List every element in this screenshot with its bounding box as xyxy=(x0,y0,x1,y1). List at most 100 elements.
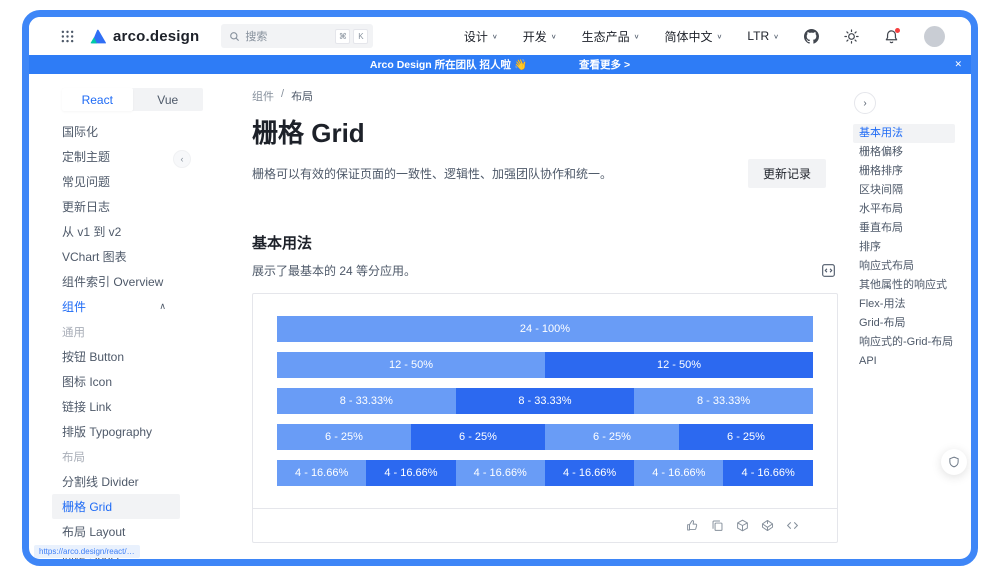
arco-logo-icon xyxy=(90,29,107,44)
anchor-link[interactable]: 栅格排序 xyxy=(853,162,955,181)
sidebar-item[interactable]: 布局 Layout xyxy=(62,519,194,544)
demo-grid-col: 6 - 25% xyxy=(277,424,411,450)
anchor-link[interactable]: 响应式布局 xyxy=(853,257,955,276)
search-input[interactable]: 搜索 ⌘ K xyxy=(221,24,373,48)
anchor-link[interactable]: 基本用法 xyxy=(853,124,955,143)
shield-icon xyxy=(948,456,960,468)
top-header: arco.design 搜索 ⌘ K 设计 ∨ 开发 ∨ xyxy=(29,17,971,55)
demo-grid-col: 4 - 16.66% xyxy=(634,460,723,486)
expand-code-icon[interactable] xyxy=(786,519,799,532)
nav-menu-item[interactable]: 简体中文 ∨ xyxy=(664,28,722,45)
sidebar-item[interactable]: 布局 xyxy=(62,444,194,469)
sidebar-item[interactable]: 常见问题 xyxy=(62,169,194,194)
kbd-k: K xyxy=(353,29,368,44)
nav-menu-item[interactable]: 生态产品 ∨ xyxy=(582,28,640,45)
arco-logo[interactable]: arco.design xyxy=(90,28,199,45)
banner-close-icon[interactable]: ✕ xyxy=(954,55,962,74)
theme-sun-icon[interactable] xyxy=(844,29,859,44)
anchor-link[interactable]: Flex-用法 xyxy=(853,295,955,314)
anchor-link[interactable]: 响应式的-Grid-布局 xyxy=(853,333,955,352)
sidebar-item-label: 从 v1 到 v2 xyxy=(62,223,121,240)
demo-grid: 24 - 100%12 - 50%12 - 50%8 - 33.33%8 - 3… xyxy=(253,294,837,509)
notification-dot xyxy=(895,28,900,33)
anchor-link[interactable]: 区块间隔 xyxy=(853,181,955,200)
notification-bell-icon[interactable] xyxy=(884,29,899,44)
sidebar-item[interactable]: 组件索引 Overview xyxy=(62,269,194,294)
sidebar-item-label: 链接 Link xyxy=(62,398,111,415)
sidebar-item[interactable]: 国际化 xyxy=(62,119,194,144)
demo-grid-col: 4 - 16.66% xyxy=(277,460,366,486)
codepen-icon[interactable] xyxy=(761,519,774,532)
avatar[interactable] xyxy=(924,26,945,47)
banner-see-more-link[interactable]: 查看更多 > xyxy=(579,57,630,72)
nav-menu-item[interactable]: 设计 ∨ xyxy=(464,28,498,45)
anchor-link[interactable]: 水平布局 xyxy=(853,200,955,219)
section-title-grid-offset: 栅格偏移 xyxy=(252,560,838,566)
banner-message: Arco Design 所在团队 招人啦 👋 xyxy=(370,57,527,72)
sidebar-item[interactable]: 按钮 Button xyxy=(62,344,194,369)
search-icon xyxy=(229,31,240,42)
feedback-shield-button[interactable] xyxy=(941,449,967,475)
anchor-link[interactable]: 排序 xyxy=(853,238,955,257)
demo-toolbar xyxy=(253,509,837,542)
anchor-link[interactable]: API xyxy=(853,352,955,371)
nav-menu-label: 开发 xyxy=(523,28,547,45)
chevron-down-icon: ∨ xyxy=(634,32,640,39)
sidebar-item-label: 更新日志 xyxy=(62,198,110,215)
anchor-nav: 基本用法栅格偏移栅格排序区块间隔水平布局垂直布局排序响应式布局其他属性的响应式F… xyxy=(853,124,971,371)
framework-tab[interactable]: Vue xyxy=(133,88,204,111)
sidebar-item-label: 通用 xyxy=(62,324,85,340)
breadcrumb-components[interactable]: 组件 xyxy=(252,88,274,104)
sidebar-item-label: 常见问题 xyxy=(62,173,110,190)
github-icon[interactable] xyxy=(804,29,819,44)
framework-tab[interactable]: React xyxy=(62,88,133,111)
demo-grid-col: 24 - 100% xyxy=(277,316,813,342)
changelog-button[interactable]: 更新记录 xyxy=(748,159,826,188)
demo-grid-col: 4 - 16.66% xyxy=(545,460,634,486)
anchor-sidebar: › 基本用法栅格偏移栅格排序区块间隔水平布局垂直布局排序响应式布局其他属性的响应… xyxy=(853,74,971,559)
sidebar-item-label: 图标 Icon xyxy=(62,373,112,390)
anchor-link[interactable]: 栅格偏移 xyxy=(853,143,955,162)
sidebar-item[interactable]: 分割线 Divider xyxy=(62,469,194,494)
sidebar-item[interactable]: 栅格 Grid xyxy=(52,494,180,519)
demo-grid-col: 8 - 33.33% xyxy=(456,388,635,414)
show-code-icon[interactable] xyxy=(821,263,836,278)
logo-text: arco.design xyxy=(113,28,199,45)
demo-grid-col: 6 - 25% xyxy=(679,424,813,450)
sidebar-item[interactable]: VChart 图表 xyxy=(62,244,194,269)
sidebar-item[interactable]: 更新日志 xyxy=(62,194,194,219)
codesandbox-icon[interactable] xyxy=(736,519,749,532)
sidebar-item[interactable]: 排版 Typography xyxy=(62,419,194,444)
sidebar-item-label: 国际化 xyxy=(62,123,98,140)
breadcrumb-layout: 布局 xyxy=(291,88,313,104)
demo-grid-col: 12 - 50% xyxy=(277,352,545,378)
apps-grid-icon[interactable] xyxy=(61,30,74,43)
sidebar-item[interactable]: 链接 Link xyxy=(62,394,194,419)
demo-grid-col: 4 - 16.66% xyxy=(366,460,455,486)
breadcrumb-separator: / xyxy=(281,88,284,104)
anchor-link[interactable]: 垂直布局 xyxy=(853,219,955,238)
sidebar-item[interactable]: 图标 Icon xyxy=(62,369,194,394)
sidebar-item-label: 布局 xyxy=(62,449,85,465)
like-icon[interactable] xyxy=(686,519,699,532)
sidebar-item-label: 栅格 Grid xyxy=(62,498,112,515)
anchor-expand-button[interactable]: › xyxy=(854,92,876,114)
demo-grid-row: 8 - 33.33%8 - 33.33%8 - 33.33% xyxy=(277,388,813,414)
demo-grid-row: 6 - 25%6 - 25%6 - 25%6 - 25% xyxy=(277,424,813,450)
nav-menu-label: 生态产品 xyxy=(582,28,630,45)
nav-menu-label: LTR xyxy=(747,29,769,43)
left-sidebar: ReactVue 国际化 定制主题 常见问题 更新日志 xyxy=(29,74,194,559)
sidebar-item[interactable]: 组件 ∧ xyxy=(62,294,194,319)
sidebar-item[interactable]: 通用 xyxy=(62,319,194,344)
anchor-link[interactable]: 其他属性的响应式 xyxy=(853,276,955,295)
link-status-bar: https://arco.design/react/… xyxy=(34,545,140,558)
section-title-basic-usage: 基本用法 xyxy=(252,232,838,253)
nav-menu-item[interactable]: 开发 ∨ xyxy=(523,28,557,45)
chevron-down-icon: ∨ xyxy=(551,32,557,39)
anchor-link[interactable]: Grid-布局 xyxy=(853,314,955,333)
sidebar-collapse-button[interactable]: ‹ xyxy=(173,150,191,168)
demo-grid-col: 4 - 16.66% xyxy=(456,460,545,486)
sidebar-item[interactable]: 从 v1 到 v2 xyxy=(62,219,194,244)
copy-code-icon[interactable] xyxy=(711,519,724,532)
nav-menu-item[interactable]: LTR ∨ xyxy=(747,29,779,43)
